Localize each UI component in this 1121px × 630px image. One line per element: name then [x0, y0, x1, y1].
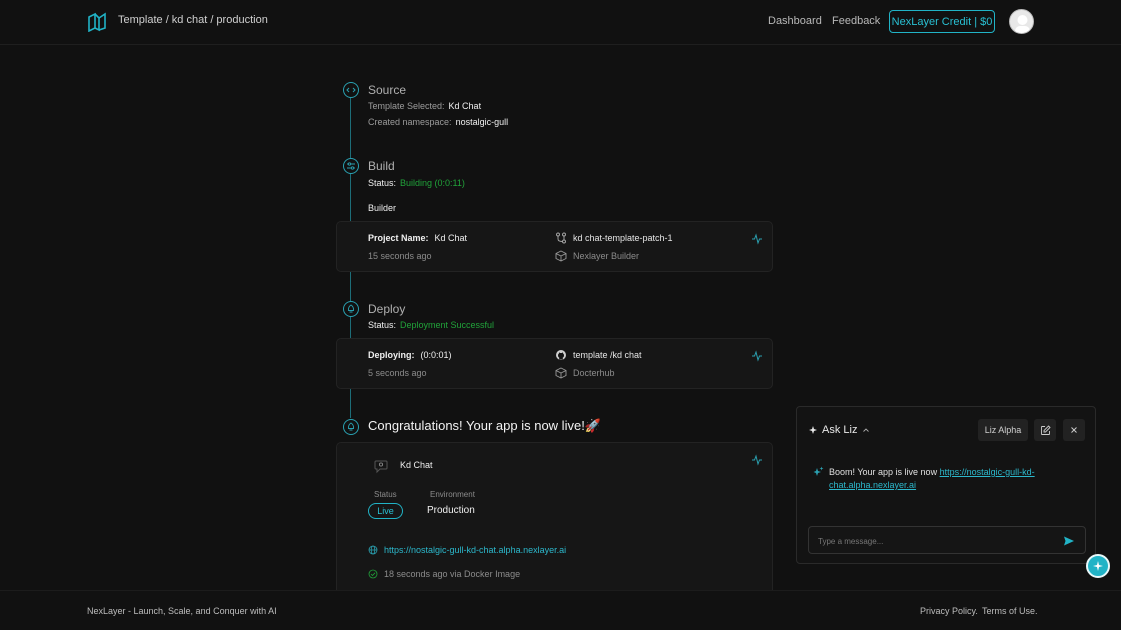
environment-label: Environment — [430, 490, 475, 499]
registry-meta: Docterhub — [555, 367, 615, 379]
deployed-info-row: 18 seconds ago via Docker Image — [368, 569, 520, 579]
deploy-rocket-icon — [343, 301, 359, 317]
status-label: Status — [374, 490, 397, 499]
deploying-label: Deploying: — [368, 350, 415, 360]
sparkle-icon — [809, 426, 817, 434]
repo-meta: template /kd chat — [555, 349, 642, 361]
check-circle-icon — [368, 569, 378, 579]
top-header: Template / kd chat / production Dashboar… — [0, 0, 1121, 45]
namespace-value: nostalgic-gull — [455, 117, 509, 127]
edit-icon — [1040, 424, 1051, 435]
project-name-label: Project Name: — [368, 233, 429, 243]
privacy-policy-link[interactable]: Privacy Policy. — [920, 606, 978, 616]
send-icon[interactable] — [1063, 535, 1075, 547]
source-code-icon — [343, 82, 359, 98]
build-status-label: Status: — [368, 178, 397, 188]
live-status-badge: Live — [368, 503, 403, 519]
sparkle-icon — [1093, 561, 1103, 571]
activity-pulse-icon[interactable] — [751, 350, 763, 362]
sparkle-icon — [813, 466, 824, 476]
app-chat-icon — [374, 460, 388, 474]
close-chat-button[interactable] — [1063, 419, 1085, 441]
build-title: Build — [368, 159, 395, 173]
project-name-line: Project Name: Kd Chat — [368, 233, 467, 243]
deploy-status-value: Deployment Successful — [400, 320, 495, 330]
namespace-label: Created namespace: — [368, 117, 452, 127]
chat-input-box — [808, 526, 1086, 554]
builder-label: Builder — [368, 203, 397, 213]
package-cube-icon — [555, 367, 567, 379]
git-branch-icon — [556, 232, 566, 244]
app-url-row: https://nostalgic-gull-kd-chat.alpha.nex… — [368, 545, 566, 555]
footer-tagline: NexLayer - Launch, Scale, and Conquer wi… — [87, 606, 277, 616]
liz-alpha-badge[interactable]: Liz Alpha — [978, 419, 1028, 441]
source-title: Source — [368, 83, 407, 97]
template-selected-value: Kd Chat — [448, 101, 482, 111]
build-status-line: Status: Building (0:0:11) — [368, 178, 465, 188]
avatar[interactable] — [1009, 9, 1034, 34]
package-cube-icon — [555, 250, 567, 262]
user-avatar-icon — [1015, 15, 1030, 33]
live-app-card: Kd Chat Status Environment Live Producti… — [336, 442, 773, 590]
assistant-fab-button[interactable] — [1086, 554, 1110, 578]
new-chat-button[interactable] — [1034, 419, 1056, 441]
footer: NexLayer - Launch, Scale, and Conquer wi… — [0, 590, 1121, 630]
ask-liz-chat-panel: Ask Liz Liz Alpha Boom! Your app is live… — [796, 406, 1096, 564]
registry-name: Docterhub — [573, 368, 615, 378]
builder-meta: Nexlayer Builder — [555, 250, 639, 262]
deploy-status-line: Status: Deployment Successful — [368, 320, 494, 330]
branch-name: kd chat-template-patch-1 — [573, 233, 673, 243]
chat-title: Ask Liz — [822, 424, 858, 436]
close-icon — [1071, 427, 1077, 433]
app-name: Kd Chat — [400, 460, 433, 470]
repo-name: template /kd chat — [573, 350, 642, 360]
credit-button[interactable]: NexLayer Credit | $0 — [889, 10, 995, 33]
builder-name: Nexlayer Builder — [573, 251, 640, 261]
build-status-value: Building (0:0:11) — [400, 178, 465, 188]
globe-icon — [368, 545, 378, 555]
namespace-line: Created namespace: nostalgic-gull — [368, 117, 508, 127]
live-rocket-icon — [343, 419, 359, 435]
nav-feedback-link[interactable]: Feedback — [832, 15, 880, 27]
congrats-title: Congratulations! Your app is now live!🚀 — [368, 418, 601, 433]
deploying-value: (0:0:01) — [420, 350, 452, 360]
terms-of-use-link[interactable]: Terms of Use. — [982, 606, 1038, 616]
assistant-message: Boom! Your app is live now https://nosta… — [813, 466, 1053, 492]
build-settings-icon — [343, 158, 359, 174]
assistant-message-text: Boom! Your app is live now — [829, 467, 938, 477]
nav-dashboard-link[interactable]: Dashboard — [768, 15, 822, 27]
activity-pulse-icon[interactable] — [751, 233, 763, 245]
deployed-info: 18 seconds ago via Docker Image — [384, 569, 521, 579]
template-selected-label: Template Selected: — [368, 101, 445, 111]
build-card: Project Name: Kd Chat 15 seconds ago kd c… — [336, 221, 773, 272]
environment-value: Production — [427, 505, 475, 516]
deploy-status-label: Status: — [368, 320, 397, 330]
chevron-up-icon[interactable] — [861, 425, 871, 435]
project-name-value: Kd Chat — [434, 233, 468, 243]
github-icon — [556, 350, 566, 360]
chat-header[interactable]: Ask Liz — [808, 424, 871, 436]
deploy-title: Deploy — [368, 302, 406, 316]
deploy-time: 5 seconds ago — [368, 368, 427, 378]
breadcrumb: Template / kd chat / production — [118, 14, 268, 26]
app-url-link[interactable]: https://nostalgic-gull-kd-chat.alpha.nex… — [384, 545, 566, 555]
template-selected-line: Template Selected: Kd Chat — [368, 101, 481, 111]
branch-meta: kd chat-template-patch-1 — [555, 232, 673, 244]
deploying-line: Deploying: (0:0:01) — [368, 350, 452, 360]
activity-pulse-icon[interactable] — [751, 454, 763, 466]
build-time: 15 seconds ago — [368, 251, 432, 261]
nexlayer-logo-icon[interactable] — [87, 12, 107, 32]
chat-message-input[interactable] — [818, 533, 1048, 549]
deploy-card: Deploying: (0:0:01) 5 seconds ago templat… — [336, 338, 773, 389]
